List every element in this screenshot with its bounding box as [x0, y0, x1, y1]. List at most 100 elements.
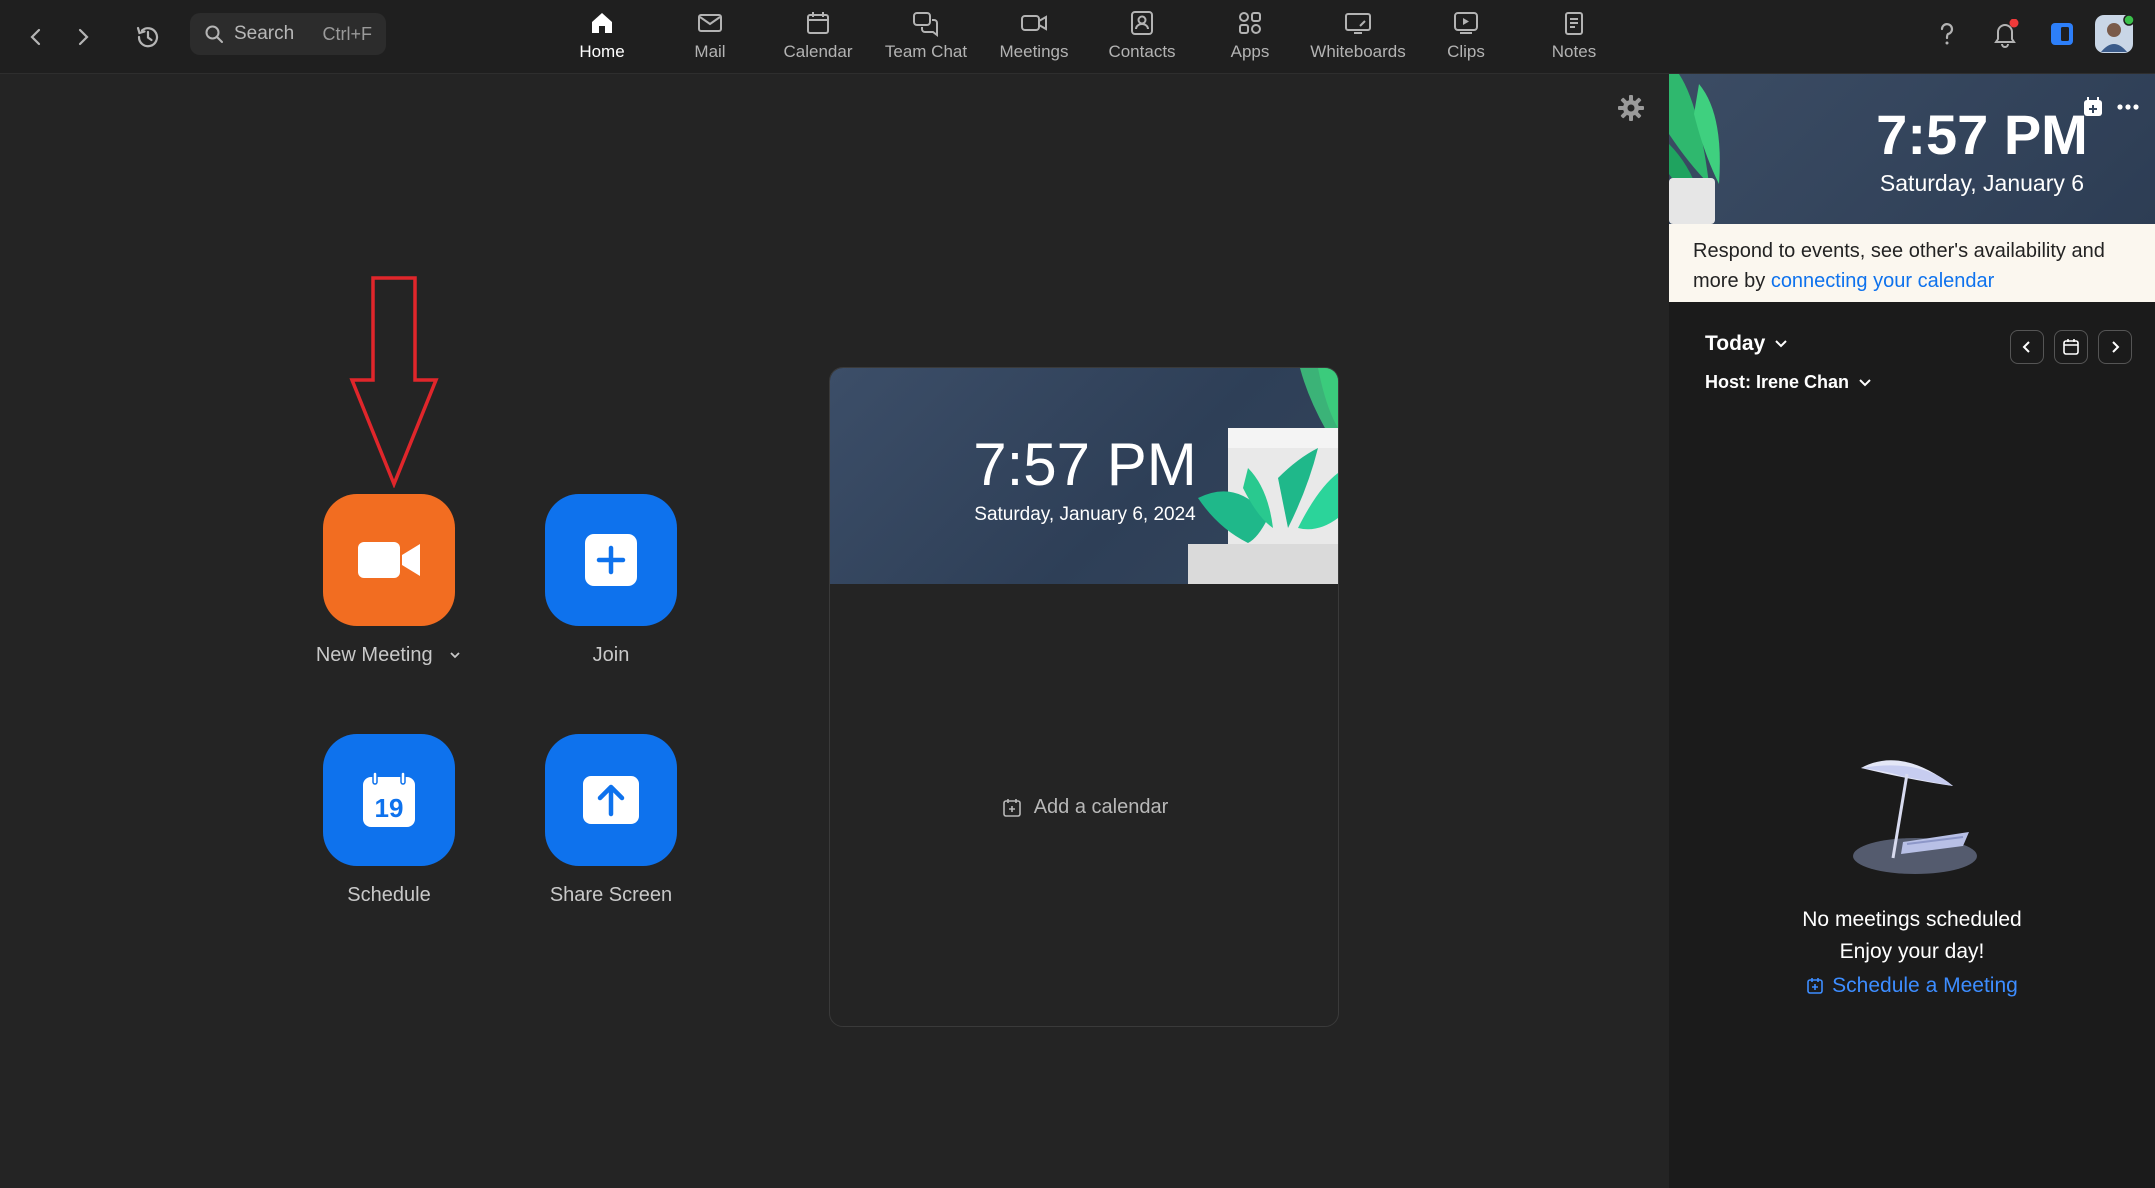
schedule-meeting-link[interactable]: Schedule a Meeting [1669, 974, 2155, 998]
tab-label: Mail [694, 42, 726, 61]
tab-label: Contacts [1108, 42, 1176, 61]
history-button[interactable] [129, 18, 167, 56]
more-options-button[interactable] [2113, 92, 2143, 122]
sidebar-icon [2051, 23, 2073, 45]
tab-label: Team Chat [884, 42, 968, 61]
avatar-icon [2095, 14, 2134, 53]
connect-calendar-link[interactable]: connecting your calendar [1771, 270, 1994, 292]
calendar-icon: 19 [363, 771, 415, 827]
plus-icon [585, 534, 637, 586]
share-screen-button[interactable] [545, 734, 677, 866]
tab-notes[interactable]: Notes [1520, 6, 1628, 68]
home-icon [592, 13, 612, 33]
empty-title: No meetings scheduled [1802, 908, 2022, 931]
card-header: 7:57 PM Saturday, January 6, 2024 [830, 368, 1338, 584]
search-box[interactable]: Search Ctrl+F [190, 13, 386, 55]
chat-icon [913, 12, 938, 37]
right-panel-header: 7:57 PM Saturday, January 6 [1669, 74, 2155, 224]
tab-whiteboards[interactable]: Whiteboards [1304, 6, 1412, 68]
panel-date: Saturday, January 6 [1879, 170, 2085, 196]
notifications-button[interactable] [1985, 14, 2025, 54]
new-meeting-label-row[interactable]: New Meeting [263, 644, 515, 667]
date-picker-button[interactable] [2054, 330, 2088, 364]
schedule-day: 19 [375, 793, 404, 823]
avatar[interactable] [2093, 13, 2135, 55]
search-shortcut: Ctrl+F [322, 23, 373, 44]
tab-label: Home [579, 42, 625, 61]
tab-label: Calendar [783, 42, 853, 61]
add-calendar-button[interactable]: Add a calendar [830, 796, 1338, 819]
tab-meetings[interactable]: Meetings [980, 6, 1088, 68]
calendar-plus-icon [1002, 798, 1021, 817]
beach-umbrella-illustration-icon [1853, 760, 1977, 874]
new-meeting-button[interactable] [323, 494, 455, 626]
chevron-right-icon [78, 28, 89, 46]
tab-label: Whiteboards [1310, 42, 1406, 61]
back-button[interactable] [17, 18, 55, 56]
top-bar: Search Ctrl+F Home Mail Calendar Team Ch… [0, 0, 2155, 74]
tab-label: Apps [1230, 42, 1270, 61]
tab-team-chat[interactable]: Team Chat [872, 6, 980, 68]
calendar-plus-icon [2084, 97, 2102, 116]
plant-illustration-icon [1669, 74, 1720, 224]
side-panel-toggle[interactable] [2042, 14, 2082, 54]
host-label: Host: Irene Chan [1705, 372, 1850, 392]
video-camera-icon [358, 542, 420, 578]
join-action: Join [545, 494, 677, 666]
forward-button[interactable] [64, 18, 102, 56]
card-date: Saturday, January 6, 2024 [974, 504, 1196, 525]
add-calendar-label: Add a calendar [1033, 796, 1169, 818]
join-label: Join [592, 644, 630, 666]
schedule-button[interactable]: 19 [323, 734, 455, 866]
clips-icon [1454, 12, 1478, 34]
new-meeting-action: New Meeting [316, 494, 460, 666]
tab-label: Clips [1447, 42, 1485, 61]
share-arrow-icon [583, 776, 639, 824]
tab-mail[interactable]: Mail [656, 6, 764, 68]
more-icon [2117, 104, 2139, 110]
tab-calendar[interactable]: Calendar [764, 6, 872, 68]
share-screen-label: Share Screen [549, 884, 673, 906]
next-day-button[interactable] [2098, 330, 2132, 364]
today-label: Today [1705, 332, 1766, 355]
right-panel: 7:57 PM Saturday, January 6 Respond to e… [1669, 74, 2155, 1188]
calendar-connect-banner: Respond to events, see other's availabil… [1669, 224, 2155, 302]
calendar-icon [2063, 339, 2079, 355]
chevron-down-icon [450, 652, 460, 659]
tab-clips[interactable]: Clips [1412, 6, 1520, 68]
today-dropdown[interactable]: Today [1705, 332, 1789, 356]
tab-apps[interactable]: Apps [1196, 6, 1304, 68]
previous-day-button[interactable] [2010, 330, 2044, 364]
search-label: Search [234, 23, 295, 44]
add-event-button[interactable] [2078, 92, 2108, 122]
chevron-left-icon [2022, 341, 2030, 353]
tab-contacts[interactable]: Contacts [1088, 6, 1196, 68]
settings-button[interactable] [1614, 91, 1648, 125]
schedule-action: 19 Schedule [323, 734, 455, 906]
card-time: 7:57 PM [973, 431, 1197, 498]
tab-label: Meetings [999, 42, 1069, 61]
chevron-left-icon [30, 28, 41, 46]
chevron-right-icon [2112, 341, 2120, 353]
video-icon [1021, 15, 1047, 31]
schedule-meeting-label: Schedule a Meeting [1832, 974, 2018, 997]
calendar-icon [807, 12, 829, 34]
help-button[interactable] [1927, 14, 1967, 54]
question-icon [1940, 23, 1954, 45]
new-meeting-label: New Meeting [315, 644, 433, 666]
host-dropdown[interactable]: Host: Irene Chan [1705, 372, 1873, 393]
annotation-arrow-icon [349, 276, 439, 488]
history-icon [136, 26, 159, 48]
tab-label: Notes [1551, 42, 1597, 61]
schedule-label: Schedule [347, 884, 431, 906]
main-tabs: Home Mail Calendar Team Chat Meetings Co… [548, 6, 1628, 68]
chevron-down-icon [1775, 340, 1788, 348]
tab-home[interactable]: Home [548, 6, 656, 68]
search-icon [205, 25, 223, 43]
notes-icon [1565, 12, 1583, 35]
empty-subtitle: Enjoy your day! [1839, 940, 1985, 963]
calendar-card: 7:57 PM Saturday, January 6, 2024 Add a … [829, 367, 1339, 1027]
join-button[interactable] [545, 494, 677, 626]
chevron-down-icon [1859, 378, 1871, 386]
gear-icon [1618, 95, 1644, 121]
